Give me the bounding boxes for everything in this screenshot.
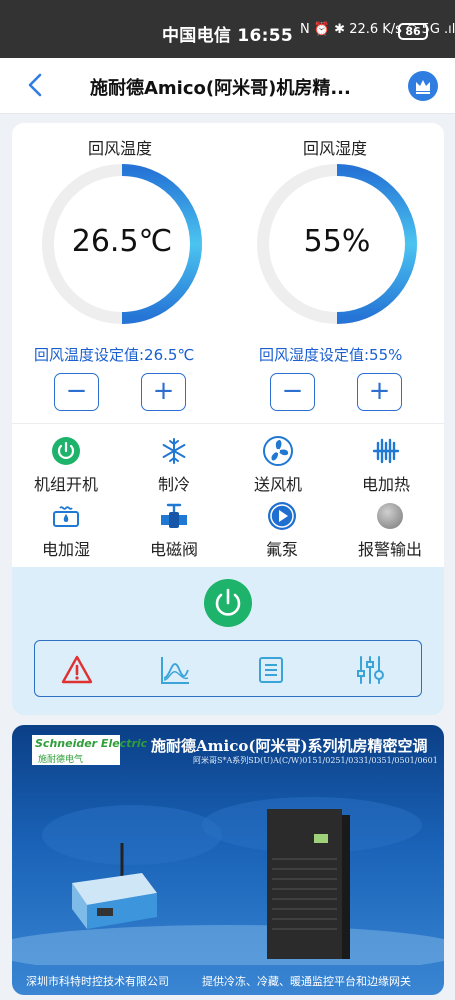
- page-title: 施耐德Amico(阿米哥)机房精...: [90, 78, 351, 99]
- warning-icon[interactable]: [61, 654, 93, 686]
- list-icon[interactable]: [255, 654, 287, 686]
- fan-icon: [263, 436, 293, 466]
- snowflake-icon: [162, 438, 186, 464]
- company-tagline: 提供冷冻、冷藏、暖通监控平台和边缘网关: [202, 975, 411, 988]
- chart-icon[interactable]: [159, 654, 191, 686]
- status-bar: 中国电信 16:55 N ⏰ ✱ 22.6 K/s ◠ 5G .ıl 86: [0, 0, 455, 58]
- status-label: 电加湿: [41, 540, 90, 559]
- return-air-temp-title: 回风温度: [88, 139, 153, 158]
- battery-icon: 86: [398, 23, 428, 40]
- carrier-time: 中国电信 16:55: [162, 26, 294, 46]
- temp-increase-button[interactable]: +: [141, 373, 186, 411]
- humidity-increase-button[interactable]: +: [357, 373, 402, 411]
- humidifier-icon: [53, 506, 79, 527]
- status-alarm-output: 报警输出: [340, 500, 440, 560]
- temp-decrease-button[interactable]: −: [54, 373, 99, 411]
- crown-icon[interactable]: [408, 71, 438, 101]
- temperature-value: 26.5℃: [71, 224, 173, 259]
- status-fan: 送风机: [228, 435, 328, 495]
- status-cooling: 制冷: [124, 435, 224, 495]
- power-on-icon: [52, 437, 80, 465]
- function-toolbar: [34, 640, 422, 697]
- humidity-value: 55%: [303, 224, 371, 259]
- status-label: 送风机: [253, 475, 302, 494]
- play-icon: [268, 502, 296, 530]
- divider: [12, 423, 444, 424]
- alarm-indicator-icon: [377, 503, 403, 529]
- brand-name-cn: 施耐德电气: [38, 755, 84, 765]
- control-panel: [12, 567, 444, 715]
- status-label: 氟泵: [265, 540, 298, 559]
- heater-icon: [372, 438, 400, 464]
- valve-icon: [161, 503, 187, 528]
- banner-subline: 阿米哥S*A系列SD(U)A(C/W)0151/0251/0331/0351/0…: [193, 756, 438, 765]
- status-label: 电加热: [361, 475, 410, 494]
- nav-bar: 施耐德Amico(阿米哥)机房精...: [0, 58, 455, 114]
- promo-banner[interactable]: Schneider Electric 施耐德电气 施耐德Amico(阿米哥)系列…: [12, 725, 444, 995]
- precision-ac-unit-image: [267, 809, 350, 959]
- settings-sliders-icon[interactable]: [354, 654, 386, 686]
- banner-headline: 施耐德Amico(阿米哥)系列机房精密空调: [151, 737, 428, 755]
- status-label: 机组开机: [33, 475, 98, 494]
- power-icon: [215, 588, 241, 616]
- brand-name: Schneider Electric: [35, 737, 148, 750]
- return-air-humidity-title: 回风湿度: [303, 139, 368, 158]
- status-unit-power: 机组开机: [16, 435, 116, 495]
- chevron-left-icon[interactable]: [22, 70, 50, 100]
- status-solenoid-valve: 电磁阀: [124, 500, 224, 560]
- status-electric-humidifying: 电加湿: [16, 500, 116, 560]
- schneider-logo: Schneider Electric 施耐德电气: [32, 735, 147, 765]
- humidity-setpoint: 回风湿度设定值:55%: [259, 346, 403, 364]
- status-label: 制冷: [157, 475, 190, 494]
- status-electric-heating: 电加热: [336, 435, 436, 495]
- status-fluorine-pump: 氟泵: [232, 500, 332, 560]
- power-button[interactable]: [204, 579, 252, 627]
- gateway-device-image: [72, 843, 157, 929]
- status-icons: N ⏰ ✱ 22.6 K/s ◠ 5G .ıl: [300, 22, 455, 37]
- status-label: 报警输出: [357, 540, 422, 559]
- temperature-setpoint: 回风温度设定值:26.5℃: [34, 346, 195, 364]
- dashboard-card: 回风温度 26.5℃ 回风温度设定值:26.5℃ − + 回风湿度 55% 回风…: [12, 123, 444, 715]
- status-label: 电磁阀: [149, 540, 198, 559]
- company-name: 深圳市科特时控技术有限公司: [26, 975, 169, 988]
- humidity-decrease-button[interactable]: −: [270, 373, 315, 411]
